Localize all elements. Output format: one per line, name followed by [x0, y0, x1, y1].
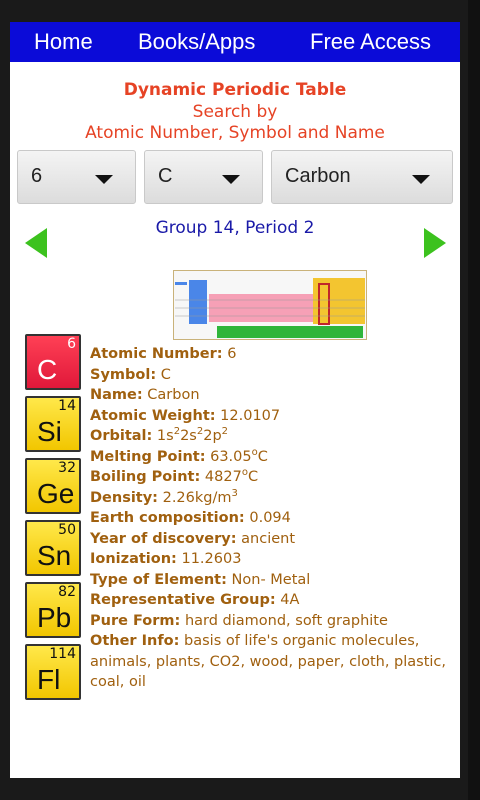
element-tile-silicon[interactable]: Si 14: [25, 396, 81, 452]
detail-label: Other Info:: [90, 633, 180, 649]
name-dropdown[interactable]: Carbon: [271, 150, 453, 204]
nav-books-apps-link[interactable]: Books/Apps: [138, 22, 255, 62]
app-screen: Home Books/Apps Free Access Dynamic Peri…: [10, 22, 460, 778]
detail-year-of-discovery: Year of discovery: ancient: [90, 529, 450, 550]
detail-label: Atomic Weight:: [90, 407, 216, 424]
tile-symbol: Ge: [37, 478, 75, 509]
group-period-label: Group 14, Period 2: [155, 218, 315, 238]
element-tile-tin[interactable]: Sn 50: [25, 520, 81, 576]
tile-number: 50: [58, 522, 76, 538]
detail-type-of-element: Type of Element: Non- Metal: [90, 570, 450, 591]
tile-symbol: C: [37, 354, 58, 385]
tile-number: 14: [58, 398, 76, 414]
subtitle-line-1: Search by: [192, 102, 278, 122]
detail-boiling-point: Boiling Point: 4827oC: [90, 467, 450, 488]
detail-density: Density: 2.26kg/m3: [90, 488, 450, 509]
detail-value: 0.094: [249, 510, 291, 526]
symbol-selected-value: C: [158, 165, 173, 187]
detail-ionization: Ionization: 11.2603: [90, 549, 450, 570]
detail-melting-point: Melting Point: 63.05oC: [90, 447, 450, 468]
detail-pure-form: Pure Form: hard diamond, soft graphite: [90, 611, 450, 632]
detail-unit: C: [247, 469, 259, 485]
atomic-number-dropdown[interactable]: 6: [17, 150, 136, 204]
detail-value: C: [160, 366, 171, 383]
previous-element-arrow-icon[interactable]: [25, 228, 47, 258]
orbital-part: 2p: [203, 428, 222, 444]
detail-value: hard diamond, soft graphite: [184, 612, 388, 629]
detail-value: 4A: [280, 592, 300, 608]
detail-label: Orbital:: [90, 428, 153, 444]
detail-symbol: Symbol: C: [90, 365, 450, 386]
detail-unit: C: [257, 448, 268, 465]
element-details: Atomic Number: 6 Symbol: C Name: Carbon …: [90, 344, 450, 693]
tile-number: 82: [58, 584, 76, 600]
detail-orbital: Orbital: 1s22s22p2: [90, 426, 450, 447]
detail-value: 63.05: [210, 448, 252, 465]
tile-number: 114: [49, 646, 76, 662]
detail-label: Earth composition:: [90, 510, 245, 526]
detail-label: Pure Form:: [90, 612, 181, 629]
detail-other-info: Other Info: basis of life's organic mole…: [90, 631, 450, 693]
detail-atomic-weight: Atomic Weight: 12.0107: [90, 406, 450, 427]
detail-label: Melting Point:: [90, 448, 206, 465]
tile-symbol: Si: [37, 416, 62, 447]
detail-earth-composition: Earth composition: 0.094: [90, 508, 450, 529]
top-navigation-bar: Home Books/Apps Free Access: [10, 22, 460, 62]
density-superscript: 3: [231, 487, 238, 499]
detail-label: Density:: [90, 489, 158, 506]
atomic-number-selected-value: 6: [31, 165, 43, 187]
chevron-down-icon: [412, 175, 430, 184]
detail-value: 12.0107: [220, 407, 281, 424]
symbol-dropdown[interactable]: C: [144, 150, 263, 204]
detail-value: Carbon: [147, 387, 200, 403]
detail-label: Representative Group:: [90, 592, 276, 608]
detail-name: Name: Carbon: [90, 385, 450, 406]
detail-value: Non- Metal: [231, 571, 311, 588]
tile-symbol: Fl: [37, 664, 61, 695]
nav-home-link[interactable]: Home: [34, 22, 93, 62]
nav-free-access-link[interactable]: Free Access: [310, 22, 431, 62]
element-tile-lead[interactable]: Pb 82: [25, 582, 81, 638]
chevron-down-icon: [95, 175, 113, 184]
detail-label: Symbol:: [90, 366, 157, 383]
device-frame: Home Books/Apps Free Access Dynamic Peri…: [0, 0, 480, 800]
tile-number: 32: [58, 460, 76, 476]
chevron-down-icon: [222, 175, 240, 184]
element-tile-carbon[interactable]: C 6: [25, 334, 81, 390]
tile-symbol: Pb: [37, 602, 72, 633]
orbital-superscript: 2: [221, 426, 229, 438]
detail-label: Type of Element:: [90, 571, 227, 588]
detail-value: 11.2603: [181, 551, 242, 567]
periodic-table-thumbnail: [173, 270, 367, 340]
detail-label: Name:: [90, 387, 143, 403]
detail-label: Atomic Number:: [90, 346, 223, 362]
orbital-part: 1s: [156, 428, 174, 444]
subtitle-line-2: Atomic Number, Symbol and Name: [85, 123, 385, 143]
detail-representative-group: Representative Group: 4A: [90, 590, 450, 611]
tile-number: 6: [67, 336, 76, 352]
detail-label: Year of discovery:: [90, 530, 237, 547]
next-element-arrow-icon[interactable]: [424, 228, 446, 258]
detail-value: ancient: [241, 530, 296, 547]
detail-value: 2.26kg/m: [162, 489, 232, 506]
orbital-part: 2s: [180, 428, 197, 444]
tile-symbol: Sn: [37, 540, 72, 571]
detail-label: Boiling Point:: [90, 469, 201, 485]
element-tile-flerovium[interactable]: Fl 114: [25, 644, 81, 700]
element-tile-germanium[interactable]: Ge 32: [25, 458, 81, 514]
name-selected-value: Carbon: [285, 165, 351, 187]
detail-value: 6: [227, 346, 237, 362]
detail-label: Ionization:: [90, 551, 177, 567]
detail-atomic-number: Atomic Number: 6: [90, 344, 450, 365]
page-title: Dynamic Periodic Table: [123, 80, 347, 100]
detail-value: 4827: [204, 469, 242, 485]
